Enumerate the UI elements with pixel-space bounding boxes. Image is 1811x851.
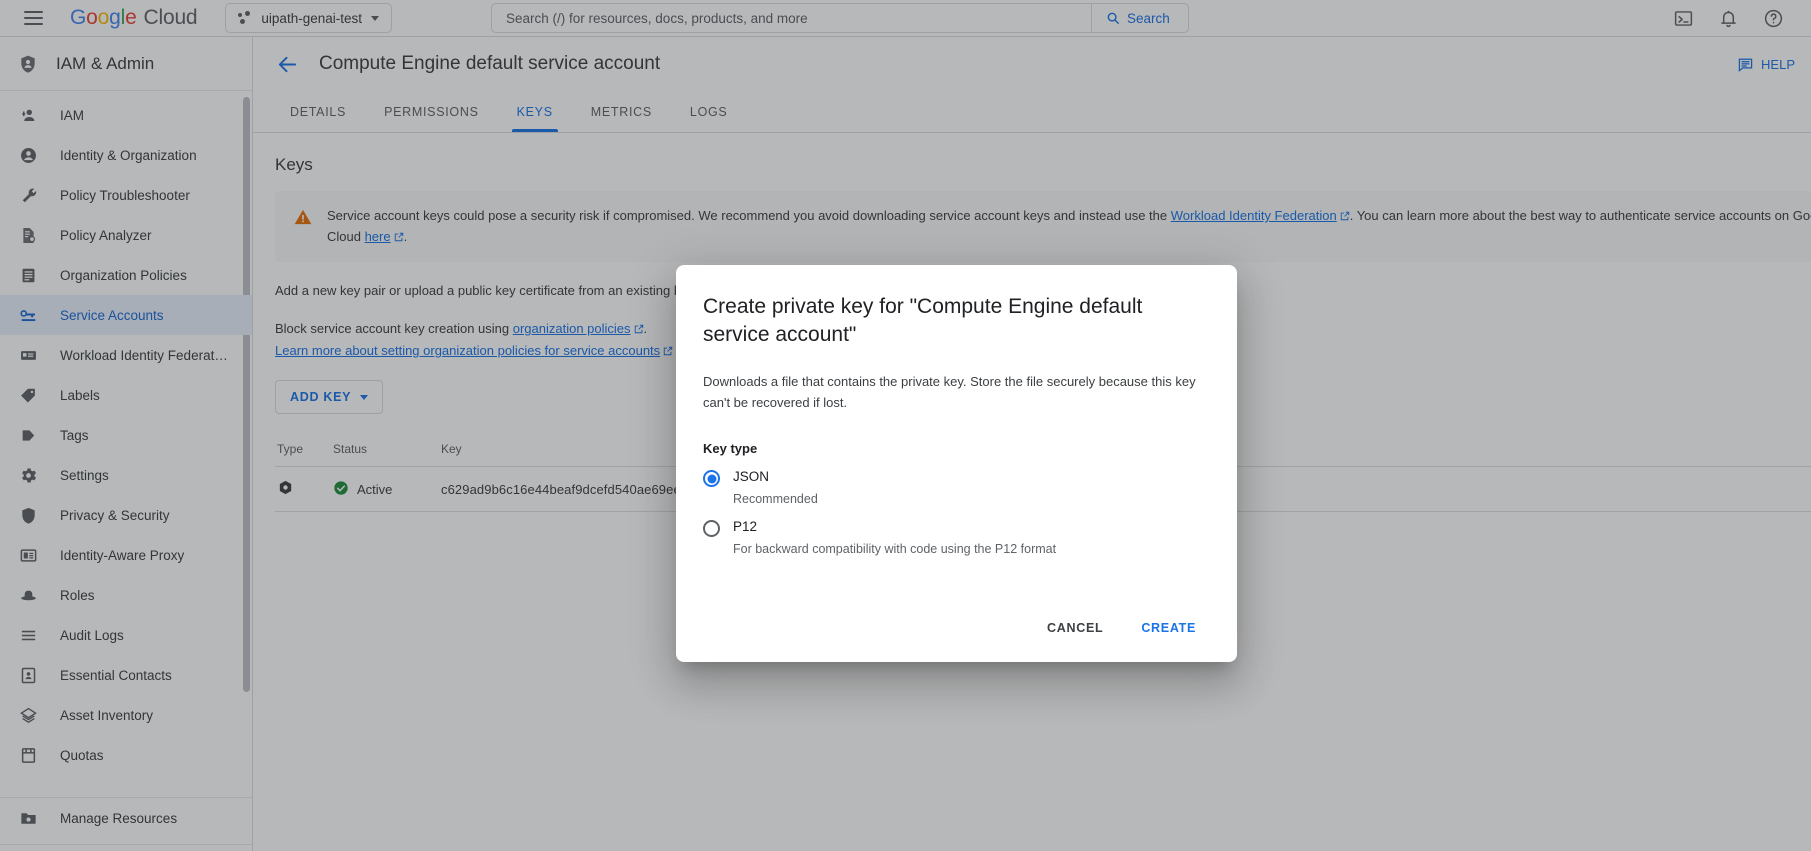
radio-p12-hint: For backward compatibility with code usi… bbox=[733, 542, 1057, 557]
create-private-key-dialog: Create private key for "Compute Engine d… bbox=[676, 265, 1237, 663]
radio-p12-label: P12 bbox=[733, 519, 758, 535]
radio-p12-input[interactable] bbox=[703, 520, 720, 538]
cancel-button[interactable]: CANCEL bbox=[1033, 612, 1117, 644]
radio-json-hint: Recommended bbox=[733, 492, 818, 507]
dialog-description: Downloads a file that contains the priva… bbox=[703, 374, 1196, 411]
radio-option-p12[interactable]: P12 bbox=[703, 519, 1210, 538]
console-app: Google Cloud uipath-genai-test Search (/… bbox=[0, 0, 1811, 851]
radio-option-json[interactable]: JSON bbox=[703, 469, 1210, 488]
radio-json-input[interactable] bbox=[703, 470, 720, 488]
dialog-actions: CANCEL CREATE bbox=[703, 612, 1210, 644]
dialog-title: Create private key for "Compute Engine d… bbox=[703, 295, 1143, 347]
create-button[interactable]: CREATE bbox=[1127, 612, 1210, 644]
radio-json-label: JSON bbox=[733, 469, 770, 485]
key-type-label: Key type bbox=[703, 441, 758, 457]
